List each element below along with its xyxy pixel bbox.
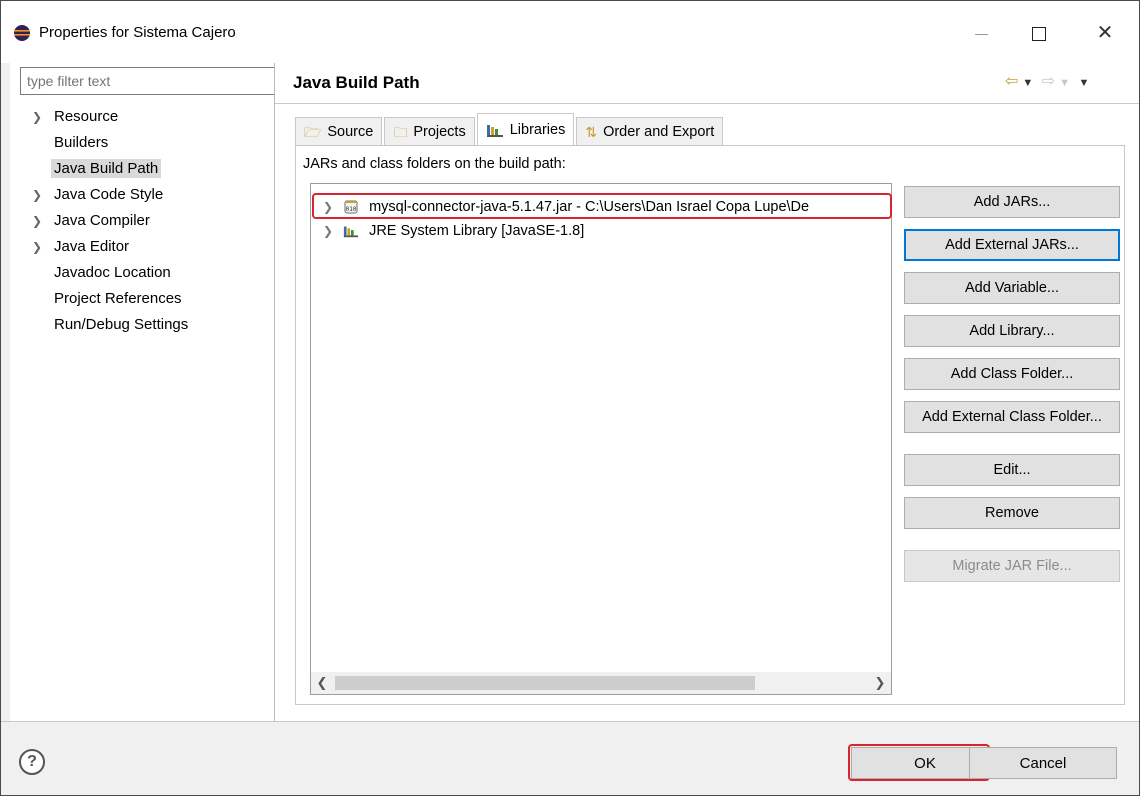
add-external-class-folder-button[interactable]: Add External Class Folder... — [904, 401, 1120, 433]
tree-item-mysql-connector[interactable]: ❯ 010 mysql-connector-java-5.1.47.jar - … — [317, 195, 889, 219]
button-gap — [904, 540, 1120, 550]
tab-label: Source — [327, 123, 374, 140]
library-icon — [343, 226, 359, 238]
sidebar-tree: ❯ Resource Builders Java Build Path ❯ Ja… — [20, 105, 270, 339]
tree-item-label: mysql-connector-java-5.1.47.jar - C:\Use… — [369, 199, 810, 215]
tab-label: Order and Export — [603, 123, 715, 140]
sidebar-item-label: Java Compiler — [54, 212, 150, 229]
tab-libraries[interactable]: Libraries — [476, 113, 575, 145]
sidebar-item-builders[interactable]: Builders — [20, 131, 270, 157]
jar-icon: 010 — [344, 200, 358, 214]
history-nav: ⇦ ▼ ⇨ ▼ ▼ — [1005, 71, 1135, 95]
chevron-right-icon[interactable]: ❯ — [323, 195, 339, 219]
forward-arrow-icon[interactable]: ⇨ — [1042, 71, 1055, 91]
cancel-button[interactable]: Cancel — [969, 747, 1117, 779]
add-jars-button[interactable]: Add JARs... — [904, 186, 1120, 218]
sidebar-item-label: Java Code Style — [54, 186, 164, 203]
add-class-folder-button[interactable]: Add Class Folder... — [904, 358, 1120, 390]
sidebar-item-label: Builders — [54, 134, 109, 151]
sidebar-item-label: Javadoc Location — [54, 264, 171, 281]
button-column: Add JARs... Add External JARs... Add Var… — [904, 186, 1120, 593]
migrate-jar-button: Migrate JAR File... — [904, 550, 1120, 582]
tree-item-label: JRE System Library [JavaSE-1.8] — [369, 223, 585, 239]
add-library-button[interactable]: Add Library... — [904, 315, 1120, 347]
sidebar-item-project-references[interactable]: Project References — [20, 287, 270, 313]
back-arrow-icon[interactable]: ⇦ — [1005, 71, 1018, 91]
page-title: Java Build Path — [293, 73, 420, 92]
add-external-jars-button[interactable]: Add External JARs... — [904, 229, 1120, 261]
svg-text:010: 010 — [346, 206, 357, 213]
tab-label: Libraries — [509, 121, 566, 138]
sidebar-item-label: Java Editor — [54, 238, 130, 255]
title-bar: Properties for Sistema Cajero ✕ — [1, 1, 1139, 63]
sidebar-item-label: Project References — [54, 290, 182, 307]
sidebar-item-java-code-style[interactable]: ❯ Java Code Style — [20, 183, 270, 209]
tab-source[interactable]: 🗁 Source — [295, 117, 383, 145]
sidebar-item-javadoc-location[interactable]: Javadoc Location — [20, 261, 270, 287]
horizontal-scrollbar[interactable]: ❮ ❯ — [311, 672, 891, 694]
sidebar-item-run-debug-settings[interactable]: Run/Debug Settings — [20, 313, 270, 339]
sidebar-item-label: Java Build Path — [51, 159, 162, 178]
chevron-right-icon[interactable]: ❯ — [32, 105, 42, 129]
sidebar-item-label: Run/Debug Settings — [54, 316, 189, 333]
properties-dialog: Properties for Sistema Cajero ✕ ❯ Resour… — [0, 0, 1140, 796]
build-path-label: JARs and class folders on the build path… — [303, 156, 566, 172]
sidebar-item-java-editor[interactable]: ❯ Java Editor — [20, 235, 270, 261]
close-button[interactable]: ✕ — [1085, 19, 1125, 47]
edit-button[interactable]: Edit... — [904, 454, 1120, 486]
minimize-button[interactable] — [961, 19, 1001, 47]
maximize-icon — [1032, 27, 1046, 42]
footer-separator — [1, 721, 1139, 722]
libraries-icon — [486, 124, 503, 137]
sidebar-item-label: Resource — [54, 108, 119, 125]
button-gap — [904, 444, 1120, 454]
chevron-right-icon[interactable]: ❯ — [32, 209, 42, 233]
title-separator — [275, 103, 1139, 104]
tab-label: Projects — [413, 123, 466, 140]
tab-projects[interactable]: 🗀 Projects — [384, 117, 475, 145]
forward-dropdown-icon[interactable]: ▼ — [1059, 77, 1070, 89]
tree-item-jre-system-library[interactable]: ❯ JRE System Library [JavaSE-1.8] — [317, 219, 889, 243]
eclipse-icon — [14, 25, 30, 41]
help-icon[interactable]: ? — [19, 749, 45, 775]
window-title: Properties for Sistema Cajero — [39, 24, 236, 41]
menu-dropdown-icon[interactable]: ▼ — [1079, 77, 1090, 89]
filter-input[interactable] — [20, 67, 275, 95]
minimize-icon — [974, 33, 988, 35]
order-export-icon: ⇅ — [585, 123, 598, 140]
sidebar-item-resource[interactable]: ❯ Resource — [20, 105, 270, 131]
tab-order-and-export[interactable]: ⇅ Order and Export — [576, 117, 724, 145]
add-variable-button[interactable]: Add Variable... — [904, 272, 1120, 304]
tab-bar: 🗁 Source 🗀 Projects Libraries ⇅ Order an… — [295, 113, 725, 145]
scroll-left-icon[interactable]: ❮ — [311, 672, 333, 694]
main-panel: Java Build Path ⇦ ▼ ⇨ ▼ ▼ 🗁 Source 🗀 Proje… — [275, 63, 1139, 721]
sidebar: ❯ Resource Builders Java Build Path ❯ Ja… — [10, 63, 275, 721]
chevron-right-icon[interactable]: ❯ — [323, 219, 339, 243]
back-dropdown-icon[interactable]: ▼ — [1022, 77, 1033, 89]
scroll-right-icon[interactable]: ❯ — [869, 672, 891, 694]
projects-icon: 🗀 — [393, 123, 408, 140]
sidebar-item-java-compiler[interactable]: ❯ Java Compiler — [20, 209, 270, 235]
sidebar-item-java-build-path[interactable]: Java Build Path — [20, 157, 270, 183]
scrollbar-thumb[interactable] — [335, 676, 755, 690]
chevron-right-icon[interactable]: ❯ — [32, 235, 42, 259]
build-path-tree[interactable]: ❯ 010 mysql-connector-java-5.1.47.jar - … — [310, 183, 892, 695]
maximize-button[interactable] — [1019, 19, 1059, 47]
chevron-right-icon[interactable]: ❯ — [32, 183, 42, 207]
remove-button[interactable]: Remove — [904, 497, 1120, 529]
libraries-tab-content: JARs and class folders on the build path… — [295, 145, 1125, 705]
source-folder-icon: 🗁 — [304, 123, 322, 140]
